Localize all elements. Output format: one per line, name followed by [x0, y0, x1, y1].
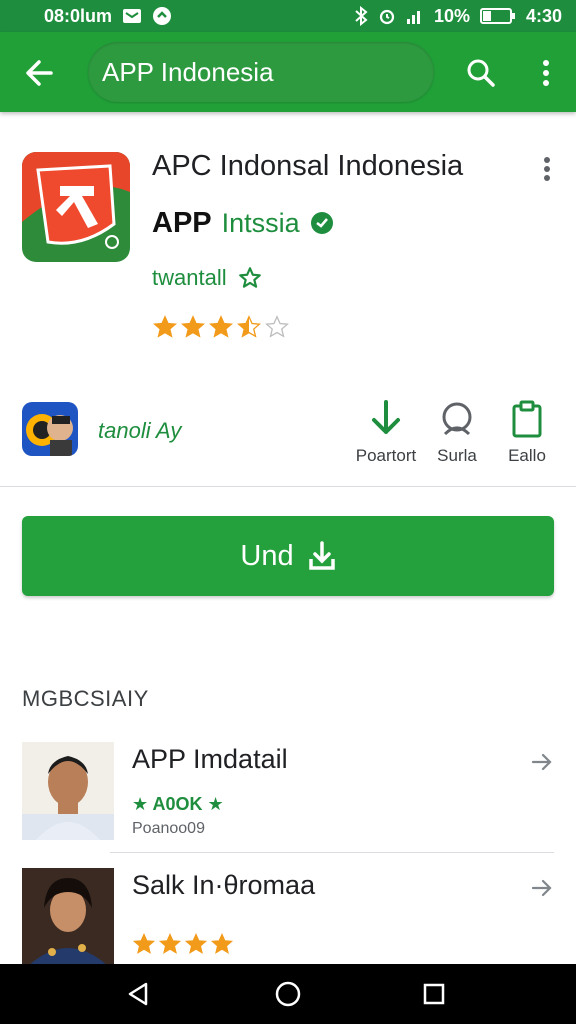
star-icon — [184, 933, 208, 954]
star-icon — [158, 933, 182, 954]
developer-name: Intssia — [221, 208, 300, 238]
list-item-rating: ★ A0OK ★ — [132, 794, 224, 814]
overflow-menu-button[interactable] — [532, 54, 560, 92]
action-label: Poartort — [355, 446, 417, 465]
back-arrow-icon — [26, 60, 53, 86]
action-poartort[interactable]: Poartort — [350, 400, 422, 466]
nav-recents-button[interactable] — [418, 978, 450, 1010]
action-label: Eallo — [508, 446, 546, 465]
list-item-title: Salk In·θromaa — [132, 870, 316, 900]
action-label: Surla — [437, 446, 477, 465]
section-title: MGBCSIAIY — [22, 686, 149, 711]
message-icon — [122, 8, 142, 24]
chevron-right-icon — [531, 753, 552, 771]
search-button[interactable] — [462, 54, 500, 92]
battery-percent: 10% — [433, 5, 470, 26]
section-divider — [0, 486, 576, 487]
app-notification-icon — [152, 6, 172, 26]
search-text: APP Indonesia — [102, 56, 274, 87]
chevron-right-icon — [531, 879, 552, 897]
list-item-subtitle: Poanoo09 — [132, 820, 205, 837]
status-bar: 08:0lum 10% 4:30 — [0, 0, 576, 32]
install-label: Und — [240, 539, 294, 572]
app-category: twantall — [152, 265, 227, 290]
status-time: 08:0lum — [44, 5, 113, 26]
app-icon — [22, 152, 130, 262]
developer-prefix: APP — [152, 207, 212, 239]
list-item-thumbnail — [22, 868, 114, 966]
developer-avatar[interactable] — [22, 402, 78, 456]
list-item-stars — [132, 932, 234, 956]
install-download-icon — [308, 541, 335, 570]
search-field[interactable]: APP Indonesia — [88, 42, 434, 102]
install-button[interactable]: Und — [22, 516, 554, 596]
star-icon — [132, 933, 156, 954]
star-icon — [209, 315, 233, 338]
star-icon — [265, 315, 289, 338]
star-icon — [210, 933, 234, 954]
more-vert-icon — [543, 60, 549, 86]
nav-back-button[interactable] — [122, 978, 154, 1010]
navigation-bar — [0, 964, 576, 1024]
triangle-back-icon — [128, 982, 148, 1006]
star-icon — [181, 315, 205, 338]
battery-icon — [479, 7, 516, 25]
star-outline-icon — [238, 267, 261, 288]
square-recents-icon — [423, 983, 445, 1005]
nav-home-button[interactable] — [272, 978, 304, 1010]
developer-label[interactable]: tanoli Ay — [98, 418, 181, 444]
more-vert-icon — [544, 157, 550, 181]
app-bar: APP Indonesia — [0, 32, 576, 112]
app-rating — [152, 314, 290, 340]
user-ring-icon — [442, 402, 472, 436]
category-row[interactable]: twantall — [152, 265, 263, 291]
developer-row[interactable]: APP Intssia — [152, 207, 334, 240]
star-icon — [153, 315, 177, 338]
search-icon — [467, 59, 495, 87]
back-button[interactable] — [20, 54, 58, 92]
app-more-button[interactable] — [536, 154, 558, 184]
signal-icon — [406, 7, 424, 25]
alarm-icon — [378, 7, 396, 25]
status-clock: 4:30 — [525, 5, 562, 26]
action-surla[interactable]: Surla — [421, 400, 493, 466]
bluetooth-icon — [354, 6, 368, 26]
action-eallo[interactable]: Eallo — [491, 400, 563, 466]
list-item[interactable]: APP Imdatail ★ A0OK ★ Poanoo09 — [22, 742, 554, 852]
list-divider — [110, 852, 554, 853]
verified-badge-icon — [310, 212, 333, 234]
list-item-title: APP Imdatail — [132, 744, 288, 774]
list-item[interactable]: Salk In·θromaa — [22, 868, 554, 978]
clipboard-icon — [512, 400, 542, 438]
list-item-thumbnail — [22, 742, 114, 840]
download-arrow-icon — [372, 400, 400, 434]
circle-home-icon — [275, 981, 301, 1007]
star-icon — [237, 315, 261, 338]
app-title: APC Indonsal Indonesia — [152, 150, 464, 182]
